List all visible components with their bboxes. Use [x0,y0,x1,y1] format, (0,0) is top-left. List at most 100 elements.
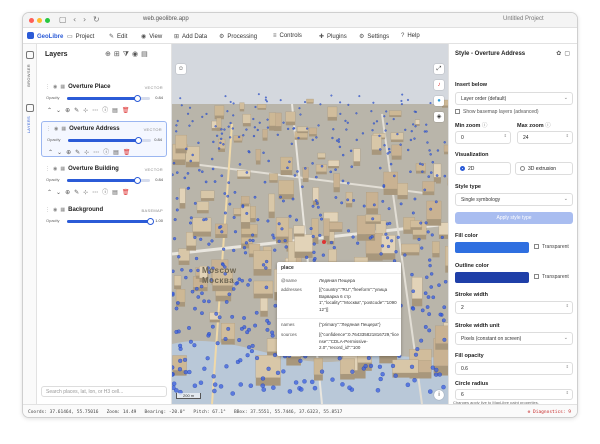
outline-transparent-checkbox[interactable]: Transparent [534,274,569,280]
style-type-select[interactable]: Single symbology ⌄ [455,193,573,206]
slider-handle[interactable] [147,218,154,225]
move-down-icon[interactable]: ⌄ [56,108,65,114]
drag-handle-icon[interactable]: ⋮ [45,207,50,213]
style-icon[interactable]: ✎ [74,108,83,114]
zoom-to-icon[interactable]: ⊕ [65,108,74,114]
eye-icon[interactable]: ◉ [53,207,57,213]
circle-radius-input[interactable]: 6 ⇕ [455,389,573,400]
fill-opacity-input[interactable]: 0.6 ⇕ [455,362,573,375]
group-icon[interactable]: ⊞ [114,51,123,58]
delete-icon[interactable]: 🗑 [122,108,134,114]
opacity-slider[interactable] [68,137,151,144]
forward-icon[interactable]: › [83,15,86,24]
more-icon[interactable]: ⋯ [93,150,103,156]
opacity-slider[interactable] [67,95,150,102]
fill-transparent-checkbox[interactable]: Transparent [534,244,569,250]
visibility-icon[interactable]: ◉ [132,51,141,58]
move-up-icon[interactable]: ⌃ [48,150,57,156]
compass-button[interactable]: ☺ [176,64,186,74]
viz-3d-radio[interactable]: 3D extrusion [515,162,573,175]
panel-toggle-icon[interactable] [26,51,34,59]
back-icon[interactable]: ‹ [73,15,76,24]
move-down-icon[interactable]: ⌄ [57,150,66,156]
collapse-icon[interactable]: ▤ [141,51,151,58]
layer-card[interactable]: ⋮ ◉ ▦ Overture Address VECTOR Opacity 0.84 ⌃⌄⊕✎… [41,121,167,157]
menu-add-data[interactable]: ⊞ Add Data [174,33,207,40]
style-icon[interactable]: ✎ [74,190,83,196]
draw-button[interactable]: ♪ [434,80,444,90]
menu-plugins[interactable]: ✚ Plugins [319,33,347,40]
drag-handle-icon[interactable]: ⋮ [45,84,50,90]
layer-card[interactable]: ⋮ ◉ ▦ Overture Building VECTOR Opacity 0.84 ⌃⌄⊕… [41,162,167,198]
delete-icon[interactable]: 🗑 [122,190,134,196]
menu-project[interactable]: ▭ Project [67,33,94,40]
layers-icon[interactable] [26,104,34,112]
stroke-width-input[interactable]: 2 ⇕ [455,301,573,314]
more-icon[interactable]: ⋯ [92,190,102,196]
table-icon[interactable]: ▤ [112,108,122,114]
eye-icon[interactable]: ◉ [54,126,58,132]
move-down-icon[interactable]: ⌄ [56,190,65,196]
layer-card[interactable]: ⋮ ◉ ▦ Background BASEMAP Opacity 1.00 [41,203,167,227]
menu-view[interactable]: ◉ View [141,33,162,40]
slider-handle[interactable] [134,95,141,102]
opacity-slider[interactable] [67,218,154,225]
info-icon[interactable]: ⓘ [103,150,113,156]
globe-button[interactable]: ● [434,96,444,106]
drag-handle-icon[interactable]: ⋮ [46,126,51,132]
rail-tab-browser[interactable]: BROWSER [26,64,31,87]
style-icon[interactable]: ✎ [75,150,84,156]
opacity-slider[interactable] [67,177,150,184]
eye-icon[interactable]: ◉ [53,166,57,172]
min-zoom-input[interactable]: 0 ⇕ [455,131,511,144]
map-view[interactable]: Moscow Москва ☺ ⤢ ♪ ● ◈ i 200 m place @n… [172,44,448,404]
filter-icon[interactable]: ⧩ [123,51,132,58]
menu-controls[interactable]: ≡ Controls [273,33,302,39]
menu-help[interactable]: ? Help [401,33,420,39]
add-layer-icon[interactable]: ⊕ [105,51,114,58]
diagnostics-badge[interactable]: ⊗ Diagnostics: 9 [528,410,571,415]
table-icon[interactable]: ▤ [112,190,122,196]
sidebar-toggle-icon[interactable]: ▢ [59,15,67,24]
layer-name[interactable]: Background [68,207,103,213]
brand[interactable]: GeoLibre [27,32,63,40]
eye-icon[interactable]: ◉ [53,84,57,90]
more-icon[interactable]: ⋯ [92,108,102,114]
tab-title[interactable]: Untitled Project [503,16,544,22]
move-up-icon[interactable]: ⌃ [47,190,56,196]
viz-2d-radio[interactable]: 2D [455,162,511,175]
menu-settings[interactable]: ⚙ Settings [359,33,389,40]
drag-handle-icon[interactable]: ⋮ [45,166,50,172]
zoom-to-icon[interactable]: ⊕ [66,150,75,156]
slider-handle[interactable] [135,137,142,144]
search-input[interactable]: Search places, lat, lon, or H3 cell... [41,386,167,397]
move-up-icon[interactable]: ⌃ [47,108,56,114]
maximize-window-button[interactable] [45,18,50,23]
fill-color-swatch[interactable] [455,242,529,253]
address-bar[interactable]: web.geolibre.app [143,16,433,25]
layer-name[interactable]: Overture Place [68,84,110,90]
show-basemap-checkbox[interactable]: Show basemap layers (advanced) [455,109,539,115]
menu-edit[interactable]: ✎ Edit [109,33,127,40]
rail-tab-layers[interactable]: LAYERS [26,116,31,133]
duplicate-icon[interactable]: ⊹ [84,150,93,156]
stroke-unit-select[interactable]: Pixels (constant on screen) ⌄ [455,332,573,345]
minimize-window-button[interactable] [37,18,42,23]
menu-processing[interactable]: ⚙ Processing [219,33,257,40]
max-zoom-input[interactable]: 24 ⇕ [517,131,573,144]
layer-name[interactable]: Overture Address [69,126,119,132]
zoom-to-icon[interactable]: ⊕ [65,190,74,196]
close-icon[interactable]: ▢ [564,51,573,57]
info-icon[interactable]: ⓘ [102,108,112,114]
table-icon[interactable]: ▤ [113,150,123,156]
close-window-button[interactable] [29,18,34,23]
apply-style-button[interactable]: Apply style type [455,212,573,224]
duplicate-icon[interactable]: ⊹ [83,190,92,196]
layer-card[interactable]: ⋮ ◉ ▦ Overture Place VECTOR Opacity 0.84 ⌃⌄⊕✎⊹⋯… [41,80,167,116]
info-icon[interactable]: ⓘ [102,190,112,196]
layer-name[interactable]: Overture Building [68,166,119,172]
fullscreen-button[interactable]: ⤢ [434,64,444,74]
layers-switch-button[interactable]: ◈ [434,112,444,122]
duplicate-icon[interactable]: ⊹ [83,108,92,114]
attribution-button[interactable]: i [434,390,444,400]
